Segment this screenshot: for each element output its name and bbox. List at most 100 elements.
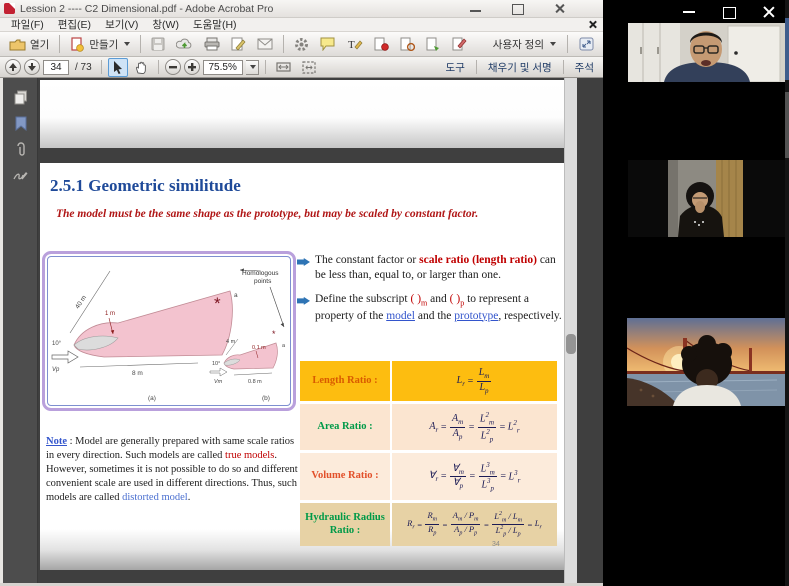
fit-width-button[interactable]: [272, 59, 295, 75]
fit-width-icon: [276, 61, 291, 73]
formula-token: =: [500, 471, 507, 482]
formula-token: =: [527, 520, 533, 530]
next-page-button[interactable]: [24, 59, 40, 75]
participant-video-3[interactable]: [627, 318, 785, 406]
pdf-convert-button[interactable]: [422, 35, 445, 53]
zoom-level-input[interactable]: 75.5%: [203, 60, 243, 75]
angle-a-label: 10°: [52, 341, 62, 347]
pdf-scrollbar-thumb[interactable]: [566, 334, 576, 354]
text-segment: , respectively.: [498, 310, 561, 322]
screen: Lession 2 ---- C2 Dimensional.pdf - Adob…: [0, 0, 789, 586]
panel-scrollbar[interactable]: [785, 0, 789, 586]
text-segment: and the: [415, 310, 454, 322]
zoom-out-button[interactable]: [165, 59, 181, 75]
pdf-gear-badge-icon: [400, 37, 415, 51]
hand-tool-button[interactable]: [131, 59, 152, 76]
page-number-input[interactable]: 34: [43, 60, 69, 75]
row-label: Hydraulic Radius Ratio :: [300, 503, 390, 546]
formula-token: L3r: [509, 469, 521, 484]
maximize-button[interactable]: [508, 2, 528, 15]
fraction: L2mL2p: [478, 411, 496, 443]
dim-08m-label: 0.8 m: [248, 379, 262, 385]
menu-window[interactable]: 창(W): [145, 17, 186, 32]
formula-token: =: [442, 520, 448, 530]
menu-file[interactable]: 파일(F): [4, 17, 51, 32]
close-button[interactable]: [550, 2, 570, 15]
hyperlink[interactable]: prototype: [454, 310, 498, 322]
slide-subtitle: The model must be the same shape as the …: [56, 208, 558, 220]
bookmarks-button[interactable]: [3, 110, 38, 136]
menu-edit[interactable]: 편집(E): [51, 17, 98, 32]
printer-icon: [204, 37, 220, 51]
hyperlink[interactable]: Note: [46, 436, 67, 447]
pdf-optimize-button[interactable]: [396, 35, 419, 53]
point-a-label: a: [234, 292, 238, 299]
customize-button[interactable]: 사용자 정의: [489, 35, 560, 54]
formula-token: =: [440, 471, 447, 482]
print-button[interactable]: [200, 35, 224, 53]
create-button[interactable]: 만들기: [66, 35, 134, 54]
pdf-page: 2.5.1 Geometric similitude The model mus…: [40, 163, 564, 570]
minimize-button[interactable]: [681, 4, 697, 20]
velocity-b-label: Vm: [214, 379, 223, 385]
text-segment: ( ): [450, 293, 461, 305]
edit-document-button[interactable]: [448, 35, 471, 53]
menu-view[interactable]: 보기(V): [98, 17, 145, 32]
menu-help[interactable]: 도움말(H): [186, 17, 244, 32]
slide-heading: 2.5.1 Geometric similitude: [50, 176, 241, 196]
text-segment: Define the subscript: [315, 293, 411, 305]
formula-token: =: [499, 422, 506, 433]
save-button[interactable]: [147, 35, 169, 53]
panel-scrollbar-accent: [785, 18, 789, 80]
svg-text:T: T: [348, 39, 355, 51]
zoom-dropdown-button[interactable]: [246, 60, 259, 75]
hyperlink[interactable]: model: [386, 310, 415, 322]
fit-page-button[interactable]: [298, 59, 320, 76]
menubar-close-icon[interactable]: [587, 19, 598, 30]
email-button[interactable]: [253, 36, 277, 52]
comment-button[interactable]: [316, 35, 340, 53]
doc-arrow-icon: [426, 37, 441, 51]
bullet-text: The constant factor or scale ratio (leng…: [315, 253, 563, 283]
maximize-button[interactable]: [721, 4, 737, 20]
minimize-button[interactable]: [466, 2, 486, 15]
comment-pane-button[interactable]: 주석: [571, 58, 598, 77]
share-cloud-button[interactable]: [172, 35, 197, 53]
bullet-text: Define the subscript ( )m and ( )p to re…: [315, 292, 563, 324]
expand-panel-button[interactable]: [575, 35, 598, 53]
close-button[interactable]: [761, 4, 777, 20]
bullet-item: The constant factor or scale ratio (leng…: [297, 253, 563, 283]
fraction: ∀m∀p: [450, 463, 466, 490]
participant-video-2[interactable]: [628, 160, 785, 237]
formula-token: =: [469, 471, 476, 482]
cloud-upload-icon: [176, 37, 193, 51]
attachments-button[interactable]: [3, 136, 38, 162]
text-segment: ( ): [411, 293, 422, 305]
sign-button[interactable]: [227, 35, 250, 53]
highlight-text-button[interactable]: T: [343, 35, 367, 53]
video-conference-panel: [603, 0, 789, 586]
page-pen-icon: [231, 37, 246, 51]
point-b-label: a: [282, 343, 286, 349]
angle-b-label: 10°: [212, 361, 220, 367]
select-tool-button[interactable]: [108, 58, 128, 77]
open-button[interactable]: 열기: [5, 35, 53, 54]
row-label: Volume Ratio :: [300, 453, 390, 500]
pdf-export-button[interactable]: [370, 35, 393, 53]
slide-page-number: 34: [492, 541, 500, 548]
previous-page-button[interactable]: [5, 59, 21, 75]
text-segment: The constant factor or: [315, 254, 419, 266]
pdf-scrollbar[interactable]: [564, 78, 577, 583]
panel-scrollbar-thumb[interactable]: [785, 92, 789, 158]
settings-button[interactable]: [290, 35, 313, 54]
signatures-button[interactable]: [3, 162, 38, 188]
gear-icon: [294, 37, 309, 52]
fill-sign-pane-button[interactable]: 채우기 및 서명: [484, 58, 556, 77]
tools-pane-button[interactable]: 도구: [442, 58, 469, 77]
zoom-in-button[interactable]: [184, 59, 200, 75]
text-segment: .: [188, 492, 191, 503]
pdf-badge-icon: [374, 37, 389, 51]
pages-icon: [14, 90, 28, 105]
participant-video-1[interactable]: [628, 23, 785, 82]
page-thumbnails-button[interactable]: [3, 84, 38, 110]
